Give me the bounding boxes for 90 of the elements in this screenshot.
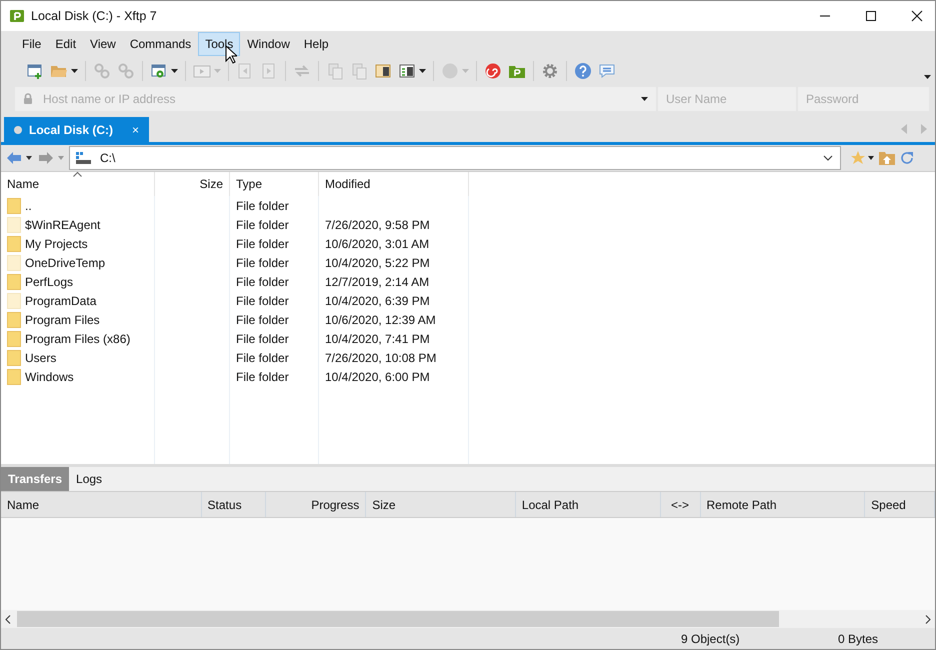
menu-item[interactable]: Edit: [48, 32, 84, 56]
app-logo-icon: [9, 8, 25, 24]
file-type: File folder: [236, 370, 289, 384]
circle-icon: [441, 62, 459, 80]
file-name[interactable]: Program Files (x86): [25, 332, 130, 346]
file-type: File folder: [236, 294, 289, 308]
username-field[interactable]: User Name: [658, 87, 796, 111]
file-name[interactable]: ProgramData: [25, 294, 96, 308]
password-field[interactable]: Password: [798, 87, 929, 111]
home-folder-icon[interactable]: [879, 151, 895, 165]
maximize-icon[interactable]: [865, 10, 877, 22]
menu-item[interactable]: Window: [240, 32, 297, 56]
file-name[interactable]: $WinREAgent: [25, 218, 100, 232]
pages-icon: [350, 62, 368, 80]
file-name[interactable]: My Projects: [25, 236, 88, 250]
lock-icon: [23, 93, 33, 104]
pages-icon: [326, 62, 344, 80]
gear-icon: [541, 62, 559, 80]
column-header[interactable]: Size: [155, 172, 230, 196]
swirl-icon: [484, 62, 502, 80]
file-type: File folder: [236, 256, 289, 270]
modified-date: 10/4/2020, 5:22 PM: [325, 256, 430, 270]
modified-date: 10/6/2020, 12:39 AM: [325, 312, 436, 326]
file-type: File folder: [236, 218, 289, 232]
modified-date: 12/7/2019, 2:14 AM: [325, 274, 430, 288]
layout-icon: [398, 62, 416, 80]
session-tab[interactable]: Local Disk (C:) ×: [4, 117, 150, 142]
column-header[interactable]: Name: [1, 172, 155, 196]
total-size: 0 Bytes: [838, 632, 878, 646]
new-window-icon: [26, 62, 44, 80]
close-icon[interactable]: [911, 10, 923, 22]
column-header[interactable]: Local Path: [516, 492, 661, 517]
modified-date: 10/4/2020, 6:39 PM: [325, 294, 430, 308]
modified-date: 7/26/2020, 9:58 PM: [325, 218, 430, 232]
file-name[interactable]: ..: [25, 198, 32, 212]
panel-tab[interactable]: Logs: [69, 467, 110, 491]
overflow-caret-icon[interactable]: [924, 75, 931, 79]
caret-icon[interactable]: [71, 69, 78, 73]
column-header[interactable]: Size: [366, 492, 516, 517]
scrollbar-thumb[interactable]: [17, 611, 779, 627]
file-name[interactable]: Program Files: [25, 312, 100, 326]
caret-icon[interactable]: [171, 69, 178, 73]
star-icon[interactable]: [851, 151, 875, 165]
panel-icon: [374, 62, 392, 80]
file-name[interactable]: Windows: [25, 370, 74, 384]
modified-date: 10/4/2020, 6:00 PM: [325, 370, 430, 384]
tab-close-button[interactable]: ×: [132, 122, 140, 136]
address-field[interactable]: C:\: [69, 146, 841, 170]
window-title: Local Disk (C:) - Xftp 7: [31, 9, 157, 23]
menu-item[interactable]: View: [83, 32, 123, 56]
status-dot-icon: [14, 126, 22, 134]
back-arrow-icon[interactable]: [7, 152, 33, 164]
file-type: File folder: [236, 350, 289, 364]
object-count: 9 Object(s): [681, 632, 740, 646]
refresh-icon[interactable]: [899, 150, 915, 166]
modified-date: 7/26/2020, 10:08 PM: [325, 350, 436, 364]
caret-icon[interactable]: [419, 69, 426, 73]
link-icon: [93, 62, 111, 80]
file-name[interactable]: Users: [25, 350, 56, 364]
dropdown-caret-icon[interactable]: [641, 97, 648, 101]
menu-item[interactable]: Commands: [122, 32, 198, 56]
file-type: File folder: [236, 236, 289, 250]
menu-item[interactable]: Help: [296, 32, 336, 56]
file-name[interactable]: OneDriveTemp: [25, 256, 106, 270]
column-header[interactable]: Progress: [266, 492, 366, 517]
modified-date: 10/6/2020, 3:01 AM: [325, 236, 430, 250]
menu-item[interactable]: File: [15, 32, 48, 56]
file-type: File folder: [236, 274, 289, 288]
scrollbar-track[interactable]: [1, 610, 935, 628]
window-gear-icon: [150, 62, 168, 80]
file-type: File folder: [236, 312, 289, 326]
file-type: File folder: [236, 198, 289, 212]
link-icon: [117, 62, 135, 80]
chat-bubble-icon: [598, 62, 616, 80]
dropdown-chevron-icon[interactable]: [823, 155, 833, 161]
file-type: File folder: [236, 332, 289, 346]
column-header[interactable]: Name: [1, 492, 202, 517]
scroll-right-icon[interactable]: [925, 614, 931, 624]
column-header[interactable]: Speed: [865, 492, 935, 517]
file-name[interactable]: PerfLogs: [25, 274, 74, 288]
modified-date: 10/4/2020, 7:41 PM: [325, 332, 430, 346]
drive-icon: [75, 151, 91, 165]
column-header[interactable]: Remote Path: [700, 492, 866, 517]
host-field[interactable]: Host name or IP address: [15, 87, 656, 111]
scroll-left-icon[interactable]: [5, 614, 11, 624]
column-header[interactable]: Status: [202, 492, 266, 517]
column-header[interactable]: Modified: [319, 172, 469, 196]
column-header[interactable]: Type: [230, 172, 319, 196]
column-header[interactable]: <->: [660, 492, 701, 517]
help-icon: [574, 62, 592, 80]
